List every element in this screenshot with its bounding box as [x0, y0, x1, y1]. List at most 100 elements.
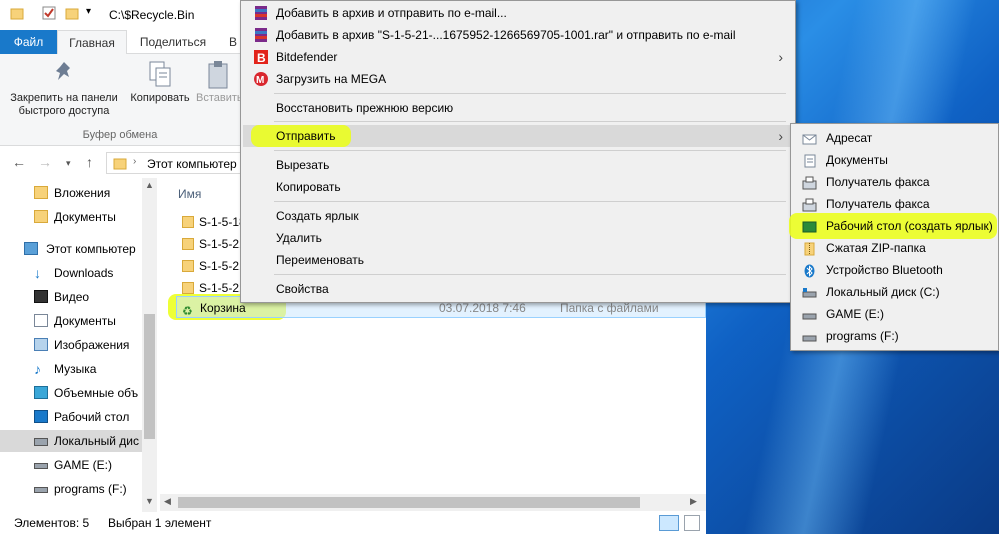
- nav-item-documents[interactable]: Документы: [0, 310, 142, 332]
- folder-icon: [182, 216, 194, 228]
- scroll-right-icon[interactable]: ▶: [690, 496, 697, 507]
- quick-access-dropdown-icon[interactable]: ▾: [86, 6, 102, 22]
- desktop-icon: [34, 410, 48, 423]
- pin-quick-access-button[interactable]: Закрепить на панели быстрого доступа: [4, 60, 124, 118]
- nav-item-programs-drive[interactable]: programs (F:): [0, 478, 142, 500]
- nav-item-local-disk[interactable]: Локальный дис: [0, 430, 142, 452]
- pictures-icon: [34, 338, 48, 351]
- drive-icon: [802, 307, 817, 321]
- fax-icon: [802, 197, 817, 212]
- back-arrow-icon[interactable]: ←: [12, 154, 26, 170]
- drive-icon: [802, 285, 817, 299]
- nav-item-downloads[interactable]: ↓ Downloads: [0, 262, 142, 284]
- menu-item-restore-previous[interactable]: Восстановить прежнюю версию: [243, 97, 793, 119]
- details-view-icon[interactable]: [659, 515, 679, 531]
- scroll-down-icon[interactable]: ▼: [145, 496, 154, 506]
- submenu-item-label: Получатель факса: [826, 197, 930, 211]
- recycle-bin-icon: ♻: [182, 304, 193, 318]
- nav-scrollbar[interactable]: ▲ ▼: [142, 178, 157, 512]
- menu-item-copy[interactable]: Копировать: [243, 176, 793, 198]
- menu-item-properties[interactable]: Свойства: [243, 278, 793, 300]
- tab-view[interactable]: В: [226, 30, 240, 54]
- menu-separator: [274, 121, 786, 122]
- send-to-bluetooth[interactable]: Устройство Bluetooth: [793, 259, 997, 281]
- send-to-local-disk-c[interactable]: Локальный диск (C:): [793, 281, 997, 303]
- menu-item-create-shortcut[interactable]: Создать ярлык: [243, 205, 793, 227]
- scroll-left-icon[interactable]: ◀: [164, 496, 171, 507]
- send-to-fax-1[interactable]: Получатель факса: [793, 171, 997, 193]
- menu-item-bitdefender[interactable]: B Bitdefender ›: [243, 46, 793, 68]
- nav-item-documents-folder[interactable]: Документы: [0, 206, 142, 228]
- selected-count: Выбран 1 элемент: [108, 516, 212, 530]
- send-to-game-drive[interactable]: GAME (E:): [793, 303, 997, 325]
- paste-label: Вставить: [196, 92, 240, 104]
- menu-item-archive-email[interactable]: Добавить в архив и отправить по e-mail..…: [243, 2, 793, 24]
- menu-item-upload-mega[interactable]: M Загрузить на MEGA: [243, 68, 793, 90]
- nav-scrollbar-thumb[interactable]: [144, 314, 155, 439]
- nav-item-label: Изображения: [54, 338, 130, 352]
- tab-share[interactable]: Поделиться: [129, 30, 217, 54]
- mega-icon: M: [253, 71, 269, 87]
- submenu-item-label: Адресат: [826, 131, 873, 145]
- pin-icon: [4, 60, 124, 92]
- send-to-mail-recipient[interactable]: Адресат: [793, 127, 997, 149]
- folder-icon: [34, 210, 48, 223]
- menu-item-cut[interactable]: Вырезать: [243, 154, 793, 176]
- file-list-horizontal-scrollbar[interactable]: ◀ ▶: [160, 494, 706, 511]
- 3d-objects-icon: [34, 386, 48, 399]
- file-name: Корзина: [200, 301, 246, 315]
- tab-file[interactable]: Файл: [0, 30, 57, 54]
- drive-icon: [34, 487, 48, 493]
- submenu-item-label: Устройство Bluetooth: [826, 263, 943, 277]
- nav-item-label: Музыка: [54, 362, 97, 376]
- send-to-fax-2[interactable]: Получатель факса: [793, 193, 997, 215]
- copy-button[interactable]: Копировать: [126, 60, 194, 105]
- mail-recipient-icon: [802, 131, 817, 145]
- folder-icon: [182, 238, 194, 250]
- forward-arrow-icon[interactable]: →: [38, 154, 52, 170]
- bitdefender-icon: B: [253, 49, 269, 65]
- menu-item-delete[interactable]: Удалить: [243, 227, 793, 249]
- clipboard-group-label: Буфер обмена: [82, 129, 158, 141]
- menu-item-archive-rar-email[interactable]: Добавить в архив "S-1-5-21-...1675952-12…: [243, 24, 793, 46]
- tab-home[interactable]: Главная: [57, 30, 127, 55]
- properties-check-icon[interactable]: [42, 6, 58, 22]
- nav-item-video[interactable]: Видео: [0, 286, 142, 308]
- paste-button[interactable]: Вставить: [196, 60, 240, 105]
- menu-item-rename[interactable]: Переименовать: [243, 249, 793, 271]
- send-to-desktop-shortcut[interactable]: Рабочий стол (создать ярлык): [793, 215, 997, 237]
- recent-locations-chevron-icon[interactable]: ▾: [66, 158, 71, 169]
- send-to-zip-folder[interactable]: Сжатая ZIP-папка: [793, 237, 997, 259]
- nav-item-pictures[interactable]: Изображения: [0, 334, 142, 356]
- folder-icon: [34, 186, 48, 199]
- window-title: C:\$Recycle.Bin: [109, 8, 195, 22]
- up-arrow-icon[interactable]: ↑: [86, 154, 93, 170]
- drive-icon: [802, 329, 817, 343]
- nav-item-label: Downloads: [54, 266, 114, 280]
- svg-text:B: B: [257, 51, 266, 65]
- horizontal-scrollbar-thumb[interactable]: [178, 497, 640, 508]
- nav-item-music[interactable]: ♪ Музыка: [0, 358, 142, 380]
- submenu-item-label: Локальный диск (C:): [826, 285, 940, 299]
- nav-item-game-drive[interactable]: GAME (E:): [0, 454, 142, 476]
- nav-item-label: Вложения: [54, 186, 111, 200]
- folder-icon: [182, 282, 194, 294]
- send-to-programs-drive[interactable]: programs (F:): [793, 325, 997, 347]
- large-icons-view-icon[interactable]: [684, 515, 700, 531]
- scroll-up-icon[interactable]: ▲: [145, 180, 154, 190]
- menu-separator: [274, 150, 786, 151]
- menu-item-label: Удалить: [276, 231, 322, 245]
- svg-text:M: M: [256, 75, 264, 86]
- file-name: S-1-5-18: [199, 215, 246, 229]
- nav-item-desktop[interactable]: Рабочий стол: [0, 406, 142, 428]
- new-folder-icon[interactable]: [65, 6, 81, 22]
- nav-item-this-pc[interactable]: Этот компьютер: [0, 238, 142, 260]
- zip-folder-icon: [802, 241, 817, 256]
- nav-item-3d-objects[interactable]: Объемные объ: [0, 382, 142, 404]
- send-to-submenu: Адресат Документы Получатель факса Получ…: [789, 123, 999, 351]
- menu-item-send-to[interactable]: Отправить ›: [243, 125, 793, 147]
- column-header-name[interactable]: Имя: [178, 187, 201, 201]
- send-to-documents[interactable]: Документы: [793, 149, 997, 171]
- folder-icon: [10, 6, 26, 22]
- nav-item-attachments[interactable]: Вложения: [0, 182, 142, 204]
